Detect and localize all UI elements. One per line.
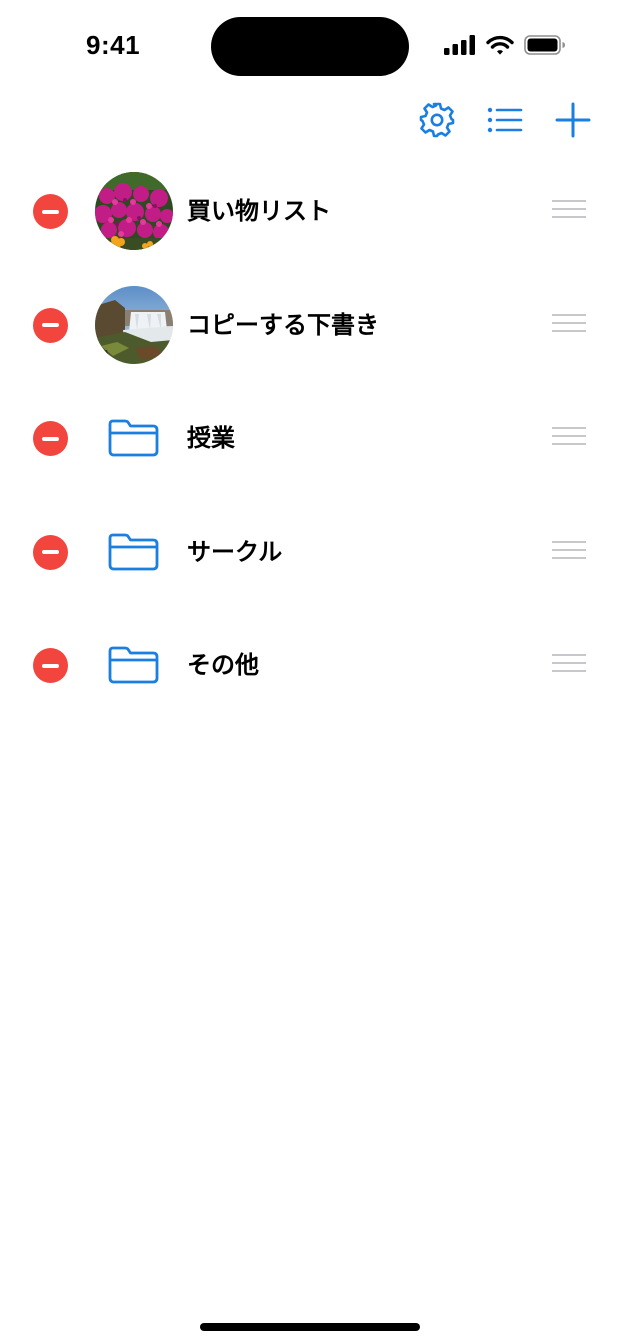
reorder-handle[interactable]	[550, 654, 588, 676]
list-icon	[487, 107, 523, 133]
item-label: サークル	[187, 537, 283, 566]
reorder-handle[interactable]	[550, 313, 588, 336]
list-view-button[interactable]	[483, 98, 527, 142]
reorder-handle[interactable]	[550, 427, 588, 449]
battery-icon	[524, 35, 565, 55]
delete-button[interactable]	[33, 194, 68, 229]
delete-button[interactable]	[33, 648, 68, 683]
item-label: 授業	[187, 424, 235, 452]
delete-button[interactable]	[33, 307, 68, 343]
list-item[interactable]: 授業	[0, 381, 620, 495]
toolbar	[0, 96, 620, 146]
list-item[interactable]: 買い物リスト	[0, 154, 620, 268]
home-indicator[interactable]	[200, 1323, 420, 1331]
list-item[interactable]: コピーする下書き	[0, 268, 620, 382]
settings-button[interactable]	[415, 98, 459, 142]
folder-icon	[108, 533, 159, 570]
dynamic-island	[211, 17, 409, 76]
delete-button[interactable]	[33, 534, 68, 570]
item-label: その他	[187, 651, 259, 679]
folder-list: 買い物リスト コピーする下書き 授業 サークル その他	[0, 154, 620, 722]
plus-icon	[555, 102, 591, 138]
thumbnail-waterfall-image	[95, 285, 173, 364]
status-icons	[444, 33, 566, 57]
folder-icon	[108, 646, 159, 684]
reorder-handle[interactable]	[550, 200, 588, 222]
gear-icon	[419, 102, 455, 138]
wifi-icon	[486, 35, 514, 55]
item-label: 買い物リスト	[187, 197, 331, 225]
list-item[interactable]: サークル	[0, 495, 620, 609]
reorder-handle[interactable]	[550, 540, 588, 563]
status-bar: 9:41	[0, 0, 620, 92]
add-button[interactable]	[551, 98, 595, 142]
status-time: 9:41	[86, 30, 141, 60]
delete-button[interactable]	[33, 421, 68, 456]
item-label: コピーする下書き	[187, 310, 379, 339]
folder-icon	[108, 419, 159, 457]
thumbnail-flowers-image	[95, 172, 173, 250]
cellular-signal-icon	[444, 35, 475, 55]
list-item[interactable]: その他	[0, 608, 620, 722]
